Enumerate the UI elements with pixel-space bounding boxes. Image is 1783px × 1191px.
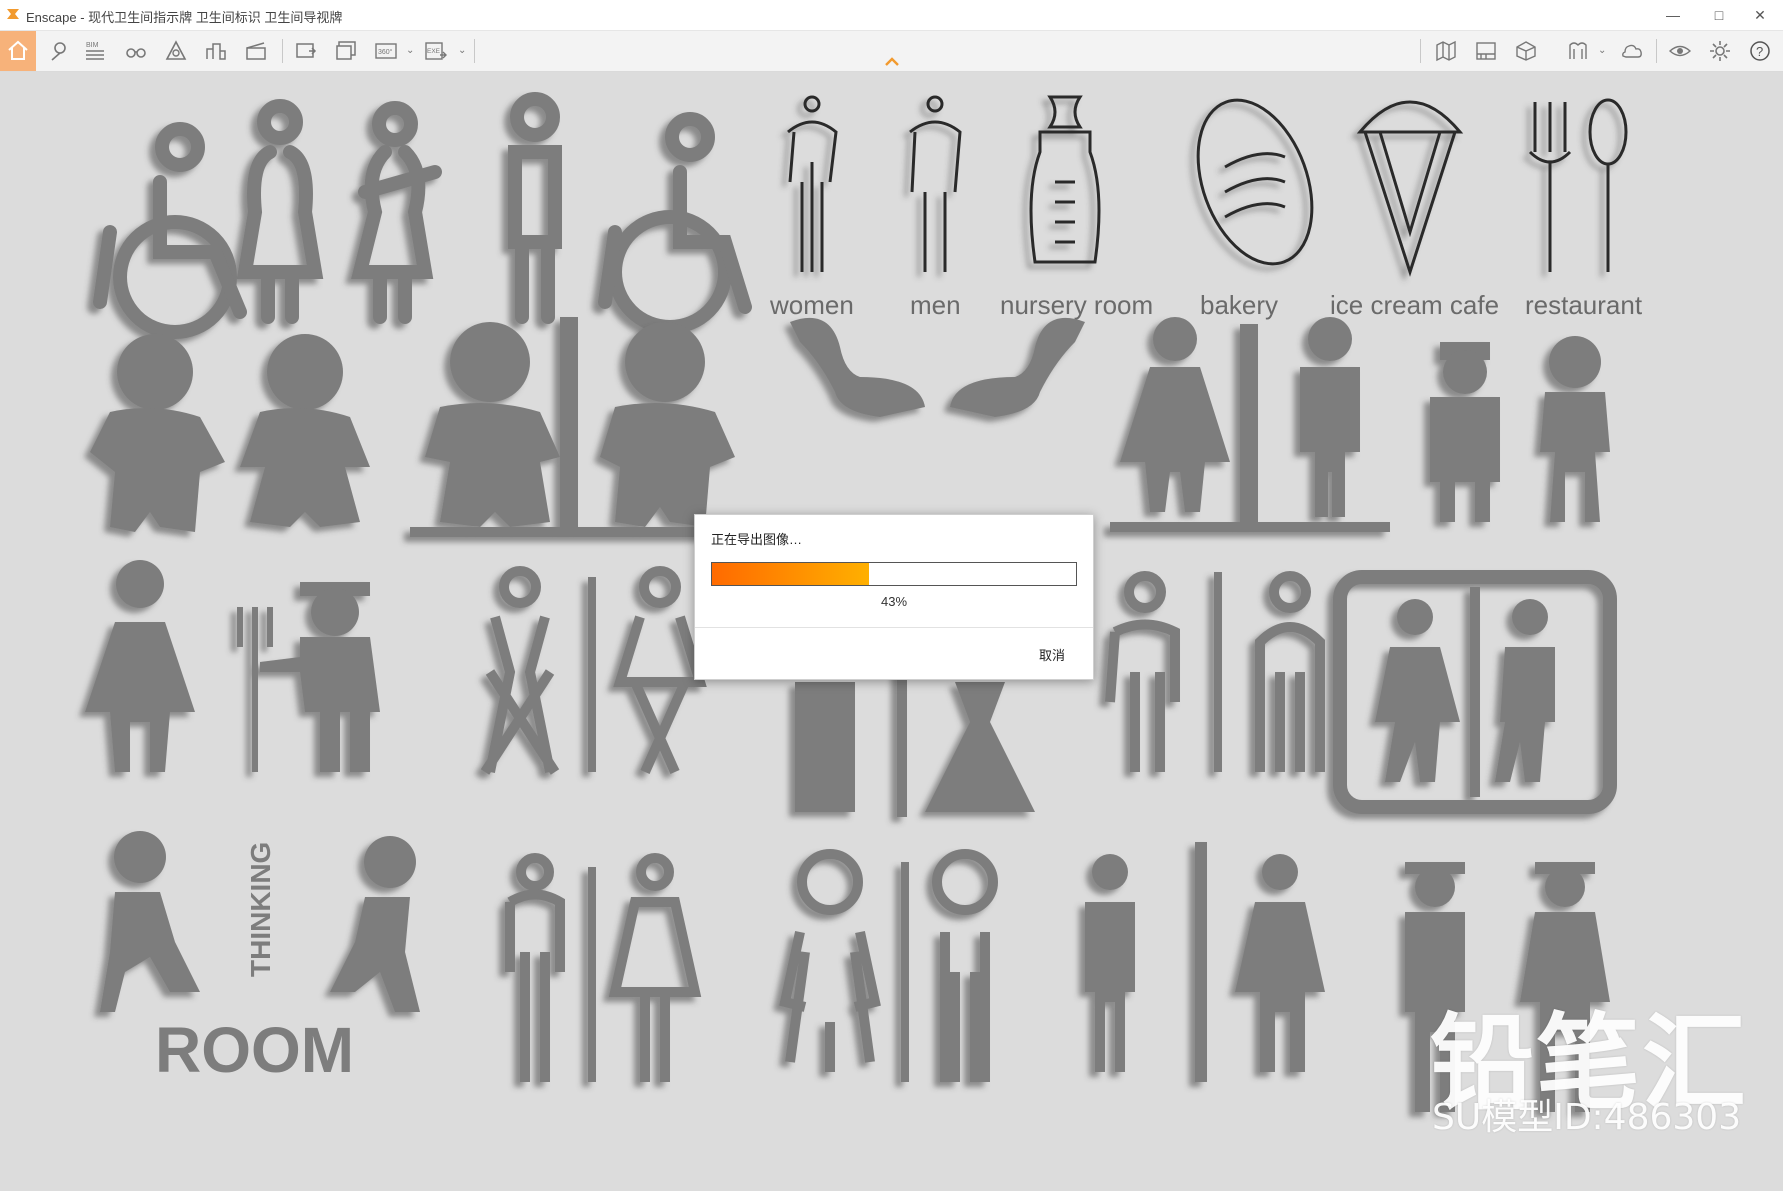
enscape-logo-icon xyxy=(6,7,20,26)
icon-captions: women men nursery room bakery ice cream … xyxy=(769,290,1643,320)
help-icon: ? xyxy=(1750,41,1770,61)
home-button[interactable] xyxy=(0,31,36,71)
crossed-legs-pair-sign-icon xyxy=(480,566,707,775)
maximize-button[interactable]: □ xyxy=(1696,0,1742,30)
round-head-couple-sign-icon xyxy=(779,849,998,1082)
title-bar: Enscape - 现代卫生间指示牌 卫生间标识 卫生间导视牌 — □ ✕ xyxy=(0,0,1783,31)
caption-ice-cream-cafe: ice cream cafe xyxy=(1330,290,1499,320)
binoculars-button[interactable] xyxy=(120,35,152,67)
ice-cream-icon xyxy=(1356,100,1464,277)
dress-woman-sign-icon xyxy=(1540,336,1610,522)
material-editor-button[interactable] xyxy=(1562,35,1594,67)
panorama-dropdown-chevron-icon[interactable]: ⌄ xyxy=(406,45,414,56)
site-context-icon xyxy=(165,40,187,60)
man-outline-sign-icon xyxy=(508,92,562,324)
export-progress-dialog: 正在导出图像… 43% 取消 xyxy=(694,514,1094,680)
bold-couple-divider-sign-icon xyxy=(1085,842,1325,1082)
panorama-360-icon: 360° xyxy=(375,43,397,59)
suit-man-sign-icon xyxy=(1430,342,1500,522)
minimize-button[interactable]: — xyxy=(1650,0,1696,30)
man-woman-divider-sign-icon xyxy=(1110,317,1390,532)
map-button[interactable] xyxy=(1430,35,1462,67)
exe-dropdown-chevron-icon[interactable]: ⌄ xyxy=(458,45,466,56)
clapperboard-icon xyxy=(246,42,266,60)
fork-spoon-icon xyxy=(1528,98,1628,272)
visual-settings-button[interactable] xyxy=(1664,35,1696,67)
toolbar-separator xyxy=(1656,39,1657,63)
bim-icon: BIM xyxy=(86,42,104,60)
home-icon xyxy=(8,40,28,60)
farmer-sign-icon xyxy=(237,582,380,772)
dialog-title: 正在导出图像… xyxy=(711,532,803,547)
batch-render-icon xyxy=(336,41,356,60)
map-icon xyxy=(1436,40,1456,62)
room-text: ROOM xyxy=(155,1014,354,1086)
cartoon-girl-sign-icon xyxy=(240,334,370,527)
video-editor-button[interactable] xyxy=(1470,35,1502,67)
toolbar-separator xyxy=(282,39,283,63)
bread-icon xyxy=(1196,98,1314,266)
progress-fill xyxy=(712,563,869,585)
location-pin-icon xyxy=(51,42,66,61)
panorama-button[interactable]: 360° xyxy=(370,35,402,67)
settings-button[interactable] xyxy=(1704,35,1736,67)
location-pin-button[interactable] xyxy=(42,35,74,67)
caption-men: men xyxy=(910,290,961,320)
bim-button[interactable]: BIM xyxy=(80,35,112,67)
toolbar-separator xyxy=(1420,39,1421,63)
assets-button[interactable] xyxy=(200,35,232,67)
assets-icon xyxy=(206,43,226,60)
settings-gear-icon xyxy=(1710,41,1730,61)
progress-percent: 43% xyxy=(880,594,908,609)
flamingo-pair-sign-icon xyxy=(790,317,1085,472)
window-title: Enscape - 现代卫生间指示牌 卫生间标识 卫生间导视牌 xyxy=(26,10,343,25)
exe-export-icon: EXE xyxy=(425,42,447,60)
clapperboard-button[interactable] xyxy=(240,35,272,67)
site-context-button[interactable] xyxy=(160,35,192,67)
baby-bottle-icon xyxy=(1029,95,1101,264)
video-editor-icon xyxy=(1476,42,1496,60)
toolbar-separator xyxy=(474,39,475,63)
cartoon-boy-sign-icon xyxy=(90,334,225,532)
caption-restaurant: restaurant xyxy=(1525,290,1643,320)
model-id-watermark: SU模型ID:486303 xyxy=(1432,1097,1742,1138)
framed-urgent-couple-sign-icon xyxy=(1333,570,1617,814)
cloud-upload-button[interactable] xyxy=(1616,35,1648,67)
wheelchair-sign-icon xyxy=(93,122,247,339)
help-button[interactable]: ? xyxy=(1744,35,1776,67)
caption-nursery-room: nursery room xyxy=(1000,290,1153,320)
screenshot-button[interactable] xyxy=(290,35,322,67)
material-editor-icon xyxy=(1569,42,1587,59)
women-line-icon xyxy=(787,95,838,272)
slim-couple-sign-icon xyxy=(505,853,702,1082)
cloud-upload-icon xyxy=(1622,44,1642,58)
export-progress-bar xyxy=(711,562,1077,586)
bim-label: BIM xyxy=(86,42,99,49)
cancel-button[interactable]: 取消 xyxy=(1039,645,1065,664)
collapse-toolbar-chevron-icon[interactable] xyxy=(884,54,900,72)
help-glyph: ? xyxy=(1756,44,1763,59)
dialog-divider xyxy=(695,627,1093,628)
batch-render-button[interactable] xyxy=(330,35,362,67)
view-cube-button[interactable] xyxy=(1510,35,1542,67)
caption-women: women xyxy=(769,290,854,320)
woman-holding-sign-icon xyxy=(351,101,442,324)
old-lady-sign-icon xyxy=(85,560,195,772)
close-button[interactable]: ✕ xyxy=(1737,0,1783,30)
panorama-label: 360° xyxy=(378,48,393,56)
wheelchair-sign-2-icon xyxy=(598,112,752,334)
men-line-icon xyxy=(909,95,962,272)
thinking-text: THINKING xyxy=(245,842,276,977)
binoculars-icon xyxy=(126,48,146,58)
visual-settings-icon xyxy=(1668,45,1692,57)
woman-outline-sign-icon xyxy=(236,99,324,324)
caption-bakery: bakery xyxy=(1200,290,1278,320)
cartoon-couple-sign-icon xyxy=(410,317,740,537)
outline-couple-sign-icon xyxy=(1105,571,1325,772)
exe-label: EXE xyxy=(427,48,441,55)
screenshot-icon xyxy=(296,43,317,58)
exe-export-button[interactable]: EXE xyxy=(420,35,452,67)
material-dropdown-chevron-icon[interactable]: ⌄ xyxy=(1598,45,1606,56)
view-cube-icon xyxy=(1516,41,1536,61)
